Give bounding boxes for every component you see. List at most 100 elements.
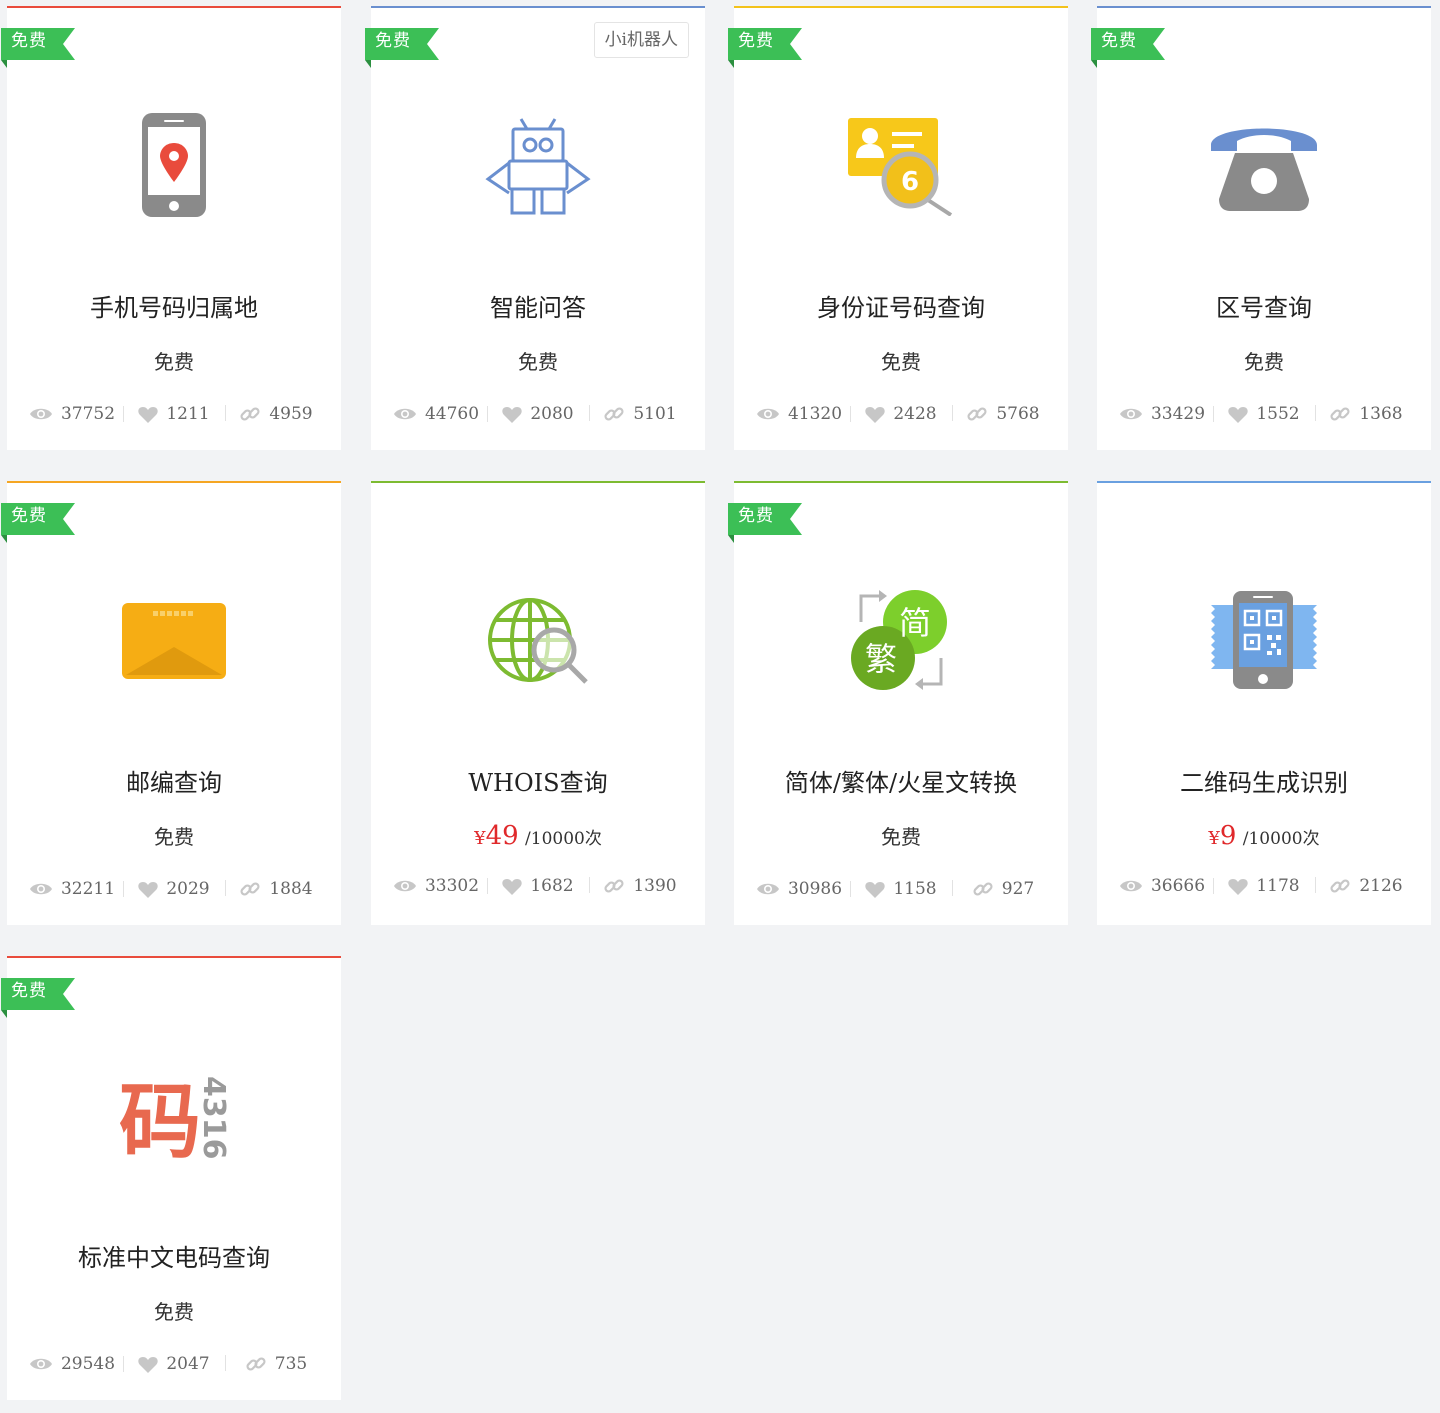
views-stat: 32211 bbox=[21, 879, 123, 899]
api-title: 标准中文电码查询 bbox=[78, 1244, 270, 1272]
link-icon bbox=[604, 879, 624, 893]
chinese-telegraph-code-icon: 码 4316 bbox=[7, 1056, 341, 1176]
price-label: 免费 bbox=[881, 825, 921, 849]
views-stat: 41320 bbox=[748, 404, 850, 424]
eye-icon bbox=[393, 880, 416, 892]
likes-stat[interactable]: 1682 bbox=[487, 876, 589, 896]
api-card-postcode[interactable]: 免费 邮编查询 免费 32211 2029 1884 bbox=[1, 481, 341, 925]
links-stat[interactable]: 5101 bbox=[589, 403, 691, 425]
price-label: ¥9 /10000次 bbox=[1208, 821, 1320, 851]
link-icon bbox=[240, 882, 260, 896]
likes-stat[interactable]: 2080 bbox=[487, 404, 589, 424]
free-badge: 免费 bbox=[728, 22, 802, 68]
views-stat: 30986 bbox=[748, 879, 850, 899]
free-badge: 免费 bbox=[1, 497, 75, 543]
svg-text:4316: 4316 bbox=[196, 1076, 228, 1158]
eye-icon bbox=[29, 1358, 52, 1370]
free-badge: 免费 bbox=[365, 22, 439, 68]
svg-text:简: 简 bbox=[899, 604, 931, 642]
simplified-traditional-convert-icon: 简 繁 bbox=[734, 581, 1068, 701]
heart-icon bbox=[865, 406, 886, 423]
links-stat[interactable]: 4959 bbox=[225, 403, 327, 425]
likes-stat[interactable]: 2428 bbox=[850, 404, 952, 424]
api-card-telegraph-code[interactable]: 免费 码 4316 标准中文电码查询 免费 29548 2047 735 bbox=[1, 956, 341, 1400]
svg-text:繁: 繁 bbox=[865, 640, 897, 678]
views-stat: 44760 bbox=[385, 404, 487, 424]
phone-location-icon bbox=[7, 106, 341, 226]
eye-icon bbox=[1119, 880, 1142, 892]
provider-tag[interactable]: 小i机器人 bbox=[593, 22, 689, 58]
api-card-phone-location[interactable]: 免费 手机号码归属地 免费 37752 1211 4959 bbox=[1, 6, 341, 450]
likes-stat[interactable]: 2047 bbox=[123, 1354, 225, 1374]
link-icon bbox=[246, 1357, 266, 1371]
globe-search-icon bbox=[371, 581, 705, 701]
link-icon bbox=[1330, 879, 1350, 893]
eye-icon bbox=[29, 408, 52, 420]
price-label: 免费 bbox=[154, 1300, 194, 1324]
heart-icon bbox=[1228, 406, 1249, 423]
link-icon bbox=[240, 407, 260, 421]
card-stats: 37752 1211 4959 bbox=[21, 400, 327, 428]
price-label: ¥49 /10000次 bbox=[474, 821, 602, 851]
likes-stat[interactable]: 1211 bbox=[123, 404, 225, 424]
api-card-smart-qa[interactable]: 免费 小i机器人 智能问答 免费 44760 2080 5101 bbox=[365, 6, 705, 450]
price-label: 免费 bbox=[1244, 350, 1284, 374]
heart-icon bbox=[1228, 878, 1249, 895]
eye-icon bbox=[29, 883, 52, 895]
qr-phone-icon bbox=[1097, 581, 1431, 701]
heart-icon bbox=[502, 406, 523, 423]
heart-icon bbox=[138, 1356, 159, 1373]
card-stats: 41320 2428 5768 bbox=[748, 400, 1054, 428]
eye-icon bbox=[756, 408, 779, 420]
api-card-area-code[interactable]: 免费 区号查询 免费 33429 1552 1368 bbox=[1091, 6, 1431, 450]
telephone-icon bbox=[1097, 106, 1431, 226]
free-badge: 免费 bbox=[728, 497, 802, 543]
link-icon bbox=[967, 407, 987, 421]
links-stat[interactable]: 2126 bbox=[1315, 875, 1417, 897]
links-stat[interactable]: 1368 bbox=[1315, 403, 1417, 425]
likes-stat[interactable]: 1552 bbox=[1213, 404, 1315, 424]
api-title: 智能问答 bbox=[490, 294, 586, 322]
free-badge: 免费 bbox=[1, 972, 75, 1018]
likes-stat[interactable]: 2029 bbox=[123, 879, 225, 899]
price-label: 免费 bbox=[154, 350, 194, 374]
eye-icon bbox=[756, 883, 779, 895]
links-stat[interactable]: 1884 bbox=[225, 878, 327, 900]
api-title: WHOIS查询 bbox=[468, 769, 608, 797]
eye-icon bbox=[1119, 408, 1142, 420]
api-card-grid: 免费 手机号码归属地 免费 37752 1211 4959 免费 小i机器人 智… bbox=[0, 0, 1440, 1413]
id-card-search-icon: 6 bbox=[734, 106, 1068, 226]
svg-text:码: 码 bbox=[120, 1075, 201, 1158]
api-card-qr-code[interactable]: 二维码生成识别 ¥9 /10000次 36666 1178 2126 bbox=[1097, 481, 1431, 925]
price-label: 免费 bbox=[881, 350, 921, 374]
links-stat[interactable]: 5768 bbox=[952, 403, 1054, 425]
card-stats: 32211 2029 1884 bbox=[21, 875, 327, 903]
api-title: 邮编查询 bbox=[126, 769, 222, 797]
views-stat: 33302 bbox=[385, 876, 487, 896]
api-card-chinese-convert[interactable]: 免费 简 繁 简体/繁体/火星文转换 免费 30986 1158 927 bbox=[728, 481, 1068, 925]
likes-stat[interactable]: 1158 bbox=[850, 879, 952, 899]
api-title: 身份证号码查询 bbox=[817, 294, 985, 322]
heart-icon bbox=[865, 881, 886, 898]
likes-stat[interactable]: 1178 bbox=[1213, 876, 1315, 896]
link-icon bbox=[604, 407, 624, 421]
links-stat[interactable]: 927 bbox=[952, 878, 1054, 900]
api-title: 简体/繁体/火星文转换 bbox=[784, 769, 1018, 797]
links-stat[interactable]: 735 bbox=[225, 1353, 327, 1375]
card-stats: 36666 1178 2126 bbox=[1111, 872, 1417, 900]
views-stat: 37752 bbox=[21, 404, 123, 424]
api-card-whois[interactable]: WHOIS查询 ¥49 /10000次 33302 1682 1390 bbox=[371, 481, 705, 925]
svg-text:6: 6 bbox=[901, 167, 919, 197]
heart-icon bbox=[138, 406, 159, 423]
api-title: 二维码生成识别 bbox=[1180, 769, 1348, 797]
price-label: 免费 bbox=[518, 350, 558, 374]
card-stats: 33302 1682 1390 bbox=[385, 872, 691, 900]
views-stat: 29548 bbox=[21, 1354, 123, 1374]
link-icon bbox=[1330, 407, 1350, 421]
price-label: 免费 bbox=[154, 825, 194, 849]
links-stat[interactable]: 1390 bbox=[589, 875, 691, 897]
free-badge: 免费 bbox=[1, 22, 75, 68]
views-stat: 33429 bbox=[1111, 404, 1213, 424]
card-stats: 29548 2047 735 bbox=[21, 1350, 327, 1378]
api-card-id-card[interactable]: 免费 6 身份证号码查询 免费 41320 2428 5768 bbox=[728, 6, 1068, 450]
